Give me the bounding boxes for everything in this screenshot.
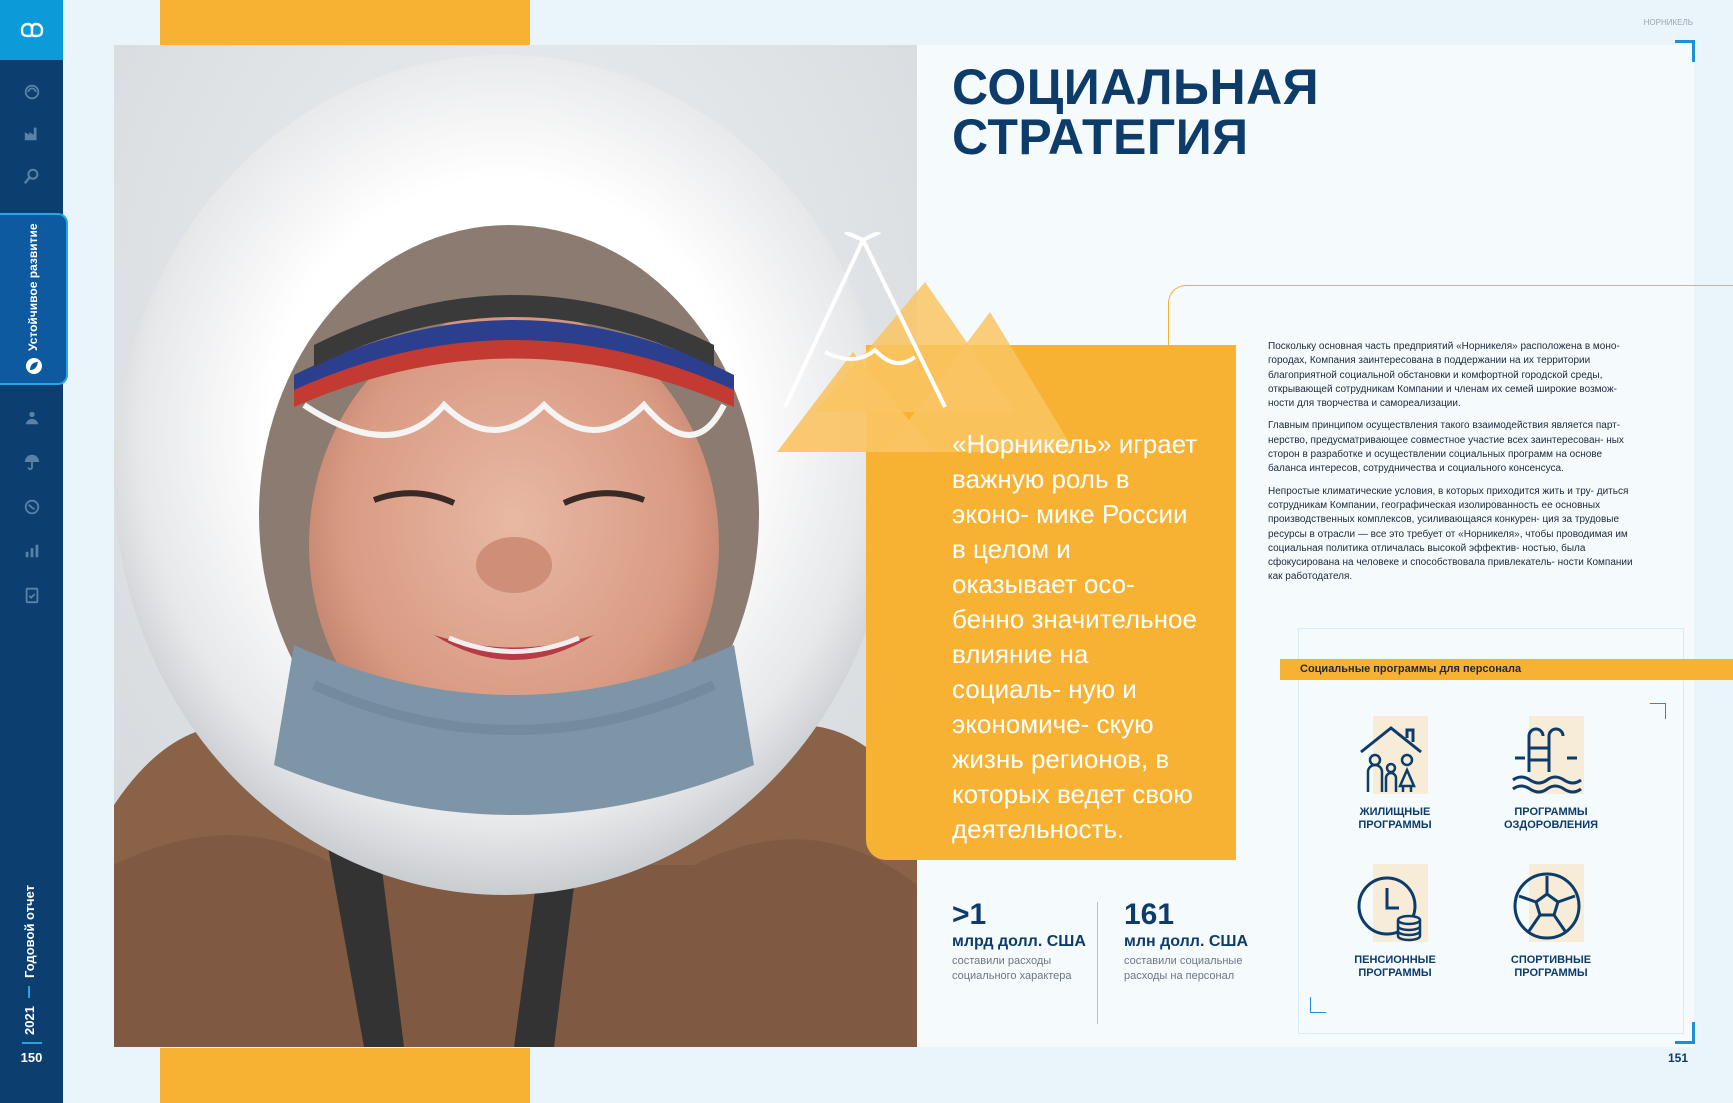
program-health[interactable]: ПРОГРАММЫ ОЗДОРОВЛЕНИЯ [1491,716,1611,832]
stat-value: >1 [952,898,987,931]
stat-description: составили социальные расходы на персонал [1124,955,1243,982]
paragraph: Главным принципом осуществления такого в… [1268,420,1624,475]
stat-personnel-spending: 161 млн долл. США составили социальные р… [1124,898,1259,984]
report-label: 2021 Годовой отчет [22,885,37,1035]
tab-label: Устойчивое развитие [26,223,40,351]
factory-icon[interactable] [22,123,42,143]
page-number-right: 151 [1668,1051,1689,1065]
photo-girl-in-fur-hood [114,45,917,1047]
people-icon[interactable] [22,408,42,428]
logo-icon[interactable] [0,0,63,60]
paragraph: Поскольку основная часть предприятий «Но… [1268,341,1620,410]
soccer-ball-icon [1501,864,1601,946]
sidebar: Устойчивое развитие 2021 Годовой отчет 1… [0,0,68,1103]
body-text: Поскольку основная часть предприятий «Но… [1268,340,1638,593]
yellow-bar-bottom [160,1048,530,1103]
program-label: ПЕНСИОННЫЕ ПРОГРАММЫ [1354,954,1436,979]
tent-mountains-icon [777,232,1075,452]
planet-icon[interactable] [22,497,42,517]
magnifier-icon[interactable] [22,166,42,186]
paragraph: Непростые климатические условия, в котор… [1268,485,1633,583]
bar-chart-icon[interactable] [22,541,42,561]
stat-description: составили расходы социального характера [952,955,1072,982]
stat-unit: млн долл. США [1124,933,1249,950]
program-housing[interactable]: ЖИЛИЩНЫЕ ПРОГРАММЫ [1335,716,1455,832]
clock-coins-icon [1345,864,1445,946]
program-pension[interactable]: ПЕНСИОННЫЕ ПРОГРАММЫ [1335,864,1455,980]
page-number-line [22,1042,42,1044]
program-sport[interactable]: СПОРТИВНЫЕ ПРОГРАММЫ [1491,864,1611,980]
stat-unit: млрд долл. США [952,933,1086,950]
decorative-line [1168,285,1733,345]
corner-mark [1310,997,1326,1013]
program-label: СПОРТИВНЫЕ ПРОГРАММЫ [1510,954,1592,979]
page-title: СОЦИАЛЬНАЯ СТРАТЕГИЯ [952,62,1319,162]
house-family-icon [1345,716,1445,798]
pool-ladder-icon [1501,716,1601,798]
brand-small: НОРНИКЕЛЬ [1643,18,1693,27]
tab-sustainable-development[interactable]: Устойчивое развитие [0,213,68,385]
page-number-left: 150 [20,1050,43,1065]
title-line-2: СТРАТЕГИЯ [952,109,1249,165]
report-title: Годовой отчет [22,885,37,979]
stat-value: 161 [1124,898,1175,931]
stat-social-spending: >1 млрд долл. США составили расходы соци… [952,898,1087,984]
program-label: ЖИЛИЩНЫЕ ПРОГРАММЫ [1358,806,1432,831]
separator [28,986,31,999]
umbrella-icon[interactable] [22,452,42,472]
quote-text: «Норникель» играет важную роль в эконо- … [952,429,1198,844]
report-year: 2021 [22,1006,37,1035]
corner-mark [1650,703,1666,719]
stat-divider [1097,902,1098,1024]
globe-icon[interactable] [22,82,42,102]
program-label: ПРОГРАММЫ ОЗДОРОВЛЕНИЯ [1503,806,1599,831]
corner-mark-top-right [1675,40,1695,62]
leaf-icon [25,357,43,375]
clipboard-icon[interactable] [22,585,42,605]
programs-title: Социальные программы для персонала [1280,659,1733,680]
title-line-1: СОЦИАЛЬНАЯ [952,59,1320,115]
